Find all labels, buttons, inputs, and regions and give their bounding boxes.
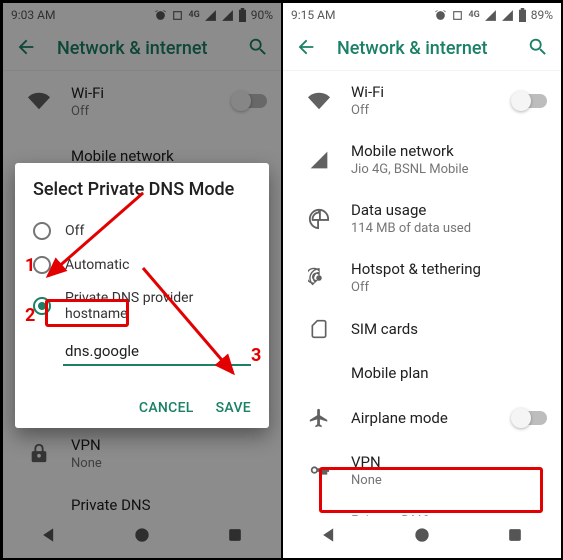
nav-home-icon[interactable]: [412, 525, 432, 549]
battery-icon: [518, 8, 527, 22]
back-icon[interactable]: [295, 36, 317, 62]
radio-icon: [33, 297, 51, 315]
row-vpn[interactable]: VPN None: [283, 441, 561, 500]
row-sub: 114 MB of data used: [351, 221, 547, 236]
row-sub: None: [351, 473, 547, 488]
phone-left: 9:03 AM 4G 90% Network & internet Wi-FiO…: [3, 3, 281, 558]
vpn-icon: [299, 460, 339, 482]
phone-right: 9:15 AM 4G 89% Network & internet Wi-Fi O…: [283, 3, 561, 558]
row-label: Mobile plan: [351, 364, 547, 382]
nfc-icon: [451, 9, 464, 22]
battery-percent: 89%: [531, 8, 553, 22]
signal-icon-2: [501, 9, 514, 22]
status-bar: 9:15 AM 4G 89%: [283, 3, 561, 27]
row-hotspot[interactable]: Hotspot & tethering Off: [283, 248, 561, 307]
annotation-arrow-3: [133, 263, 253, 383]
airplane-switch[interactable]: [513, 411, 547, 425]
row-airplane-mode[interactable]: Airplane mode: [283, 395, 561, 441]
status-time: 9:15 AM: [291, 8, 335, 22]
row-sub: Jio 4G, BSNL Mobile: [351, 162, 547, 177]
app-header: Network & internet: [283, 27, 561, 71]
signal-icon: [484, 9, 497, 22]
row-label: Data usage: [351, 201, 547, 219]
row-label: SIM cards: [351, 320, 547, 338]
data-usage-icon: [299, 208, 339, 230]
row-label: Wi-Fi: [351, 83, 513, 101]
nav-back-icon[interactable]: [319, 525, 339, 549]
wifi-icon: [299, 90, 339, 112]
row-mobile-plan[interactable]: Mobile plan: [283, 351, 561, 395]
android-nav-bar: [283, 516, 561, 558]
hotspot-icon: [299, 267, 339, 289]
row-label: Airplane mode: [351, 409, 513, 427]
network-type-label: 4G: [468, 10, 479, 20]
annotation-number-2: 2: [25, 305, 35, 326]
row-sub: Off: [351, 103, 513, 118]
settings-list: Wi-Fi Off Mobile network Jio 4G, BSNL Mobi…: [283, 71, 561, 518]
row-label: VPN: [351, 453, 547, 471]
sim-icon: [299, 319, 339, 339]
nav-recents-icon[interactable]: [505, 525, 525, 549]
row-label: Hotspot & tethering: [351, 260, 547, 278]
save-button[interactable]: SAVE: [216, 400, 251, 416]
airplane-icon: [299, 407, 339, 429]
signal-icon: [299, 150, 339, 170]
wifi-switch[interactable]: [513, 94, 547, 108]
row-data-usage[interactable]: Data usage 114 MB of data used: [283, 189, 561, 248]
cancel-button[interactable]: CANCEL: [139, 400, 194, 416]
alarm-icon: [434, 9, 447, 22]
row-sim-cards[interactable]: SIM cards: [283, 307, 561, 351]
row-wifi[interactable]: Wi-Fi Off: [283, 71, 561, 130]
page-title: Network & internet: [337, 38, 527, 59]
row-label: Mobile network: [351, 142, 547, 160]
row-sub: Off: [351, 280, 547, 295]
search-icon[interactable]: [527, 36, 549, 62]
row-mobile-network[interactable]: Mobile network Jio 4G, BSNL Mobile: [283, 130, 561, 189]
